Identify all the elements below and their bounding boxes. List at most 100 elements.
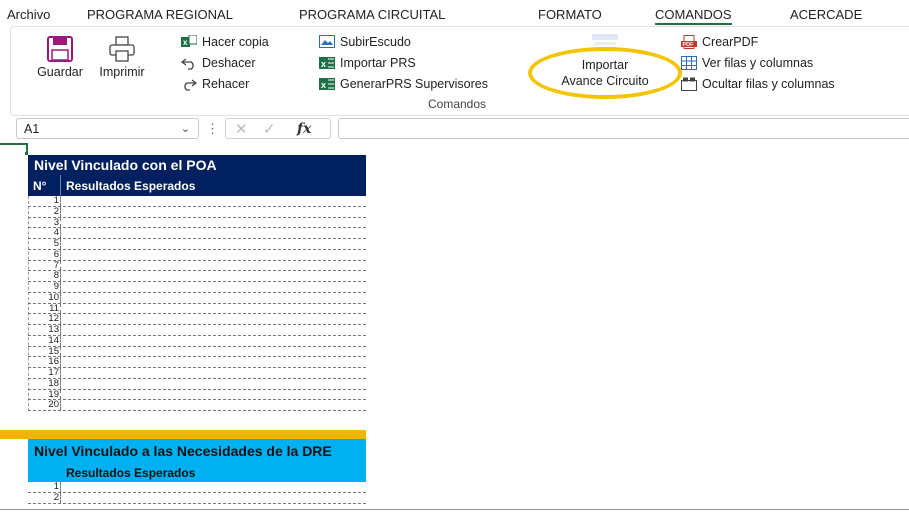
crear-pdf-button[interactable]: PDF CrearPDF [681,35,758,49]
col-results2-header: Resultados Esperados [66,466,196,480]
table-row[interactable]: 15 [28,345,366,358]
svg-text:PDF: PDF [683,42,695,48]
generar-prs-button[interactable]: x GenerarPRS Supervisores [319,77,488,91]
name-box[interactable]: A1 ⌄ [16,118,199,139]
subir-escudo-label: SubirEscudo [340,35,411,49]
row-number: 16 [48,356,59,368]
ribbon-group-label: Comandos [428,97,487,111]
undo-icon [181,58,194,70]
svg-text:x: x [321,80,326,90]
generar-prs-label: GenerarPRS Supervisores [340,77,488,91]
printer-icon [109,36,135,62]
section1-header-row: N° Resultados Esperados [28,175,366,196]
hide-columns-icon [681,77,697,91]
formula-separator-icon: ⋮ [206,121,219,136]
sheet-bottom-border [0,509,909,510]
row-number: 1 [53,481,59,492]
table-row[interactable]: 3 [28,216,366,229]
table-row[interactable]: 6 [28,248,366,261]
save-icon [47,36,73,62]
table-row[interactable]: 17 [28,367,366,379]
imprimir-button[interactable]: Imprimir [87,36,157,79]
row-number: 1 [53,195,59,206]
table-row[interactable]: 14 [28,335,366,347]
menu-comandos[interactable]: COMANDOS [655,7,732,25]
table-row[interactable]: 11 [28,303,366,315]
row-number: 6 [53,248,59,260]
importar-prs-button[interactable]: x Importar PRS [319,56,416,70]
table-row[interactable]: 9 [28,281,366,293]
col-results-header: Resultados Esperados [66,179,196,193]
section-separator [0,430,366,439]
table-row[interactable]: 1 [28,195,366,207]
ocultar-filas-label: Ocultar filas y columnas [702,77,835,91]
table-row[interactable]: 8 [28,270,366,282]
row-number: 7 [53,259,59,271]
formula-input[interactable] [338,118,909,139]
formula-bar: A1 ⌄ ⋮ ✕ ✓ fx [0,118,909,142]
hacer-copia-label: Hacer copia [202,35,269,49]
row-number: 8 [53,270,59,282]
deshacer-button[interactable]: Deshacer [181,56,256,70]
chevron-down-icon[interactable]: ⌄ [181,122,190,135]
subir-escudo-button[interactable]: SubirEscudo [319,35,411,49]
row-number: 5 [53,238,59,249]
section2-rows: 12 [28,481,366,504]
row-number: 10 [48,291,59,303]
section1-rows: 1 2 3 4 5 6 7 8 9 10 11 12 13 14 15 16 17 18 19 20 [28,195,366,411]
table-row[interactable]: 1 [28,481,366,493]
ocultar-filas-button[interactable]: Ocultar filas y columnas [681,77,835,91]
section2-header-row: Resultados Esperados [28,461,366,482]
function-icon[interactable]: fx [297,121,311,137]
table-row[interactable]: 20 [28,399,366,411]
copy-excel-icon: x [181,35,197,47]
table-row[interactable]: 13 [28,324,366,336]
menu-formato[interactable]: FORMATO [538,7,602,22]
rehacer-button[interactable]: Rehacer [181,77,249,91]
excel-generate-icon: x [319,78,335,90]
ver-filas-button[interactable]: Ver filas y columnas [681,56,813,70]
table-row[interactable]: 2 [28,205,366,218]
row-number: 17 [48,367,59,378]
menu-archivo[interactable]: Archivo [7,7,50,22]
row-number: 9 [53,281,59,292]
table-row[interactable]: 7 [28,259,366,272]
menu-programa-regional[interactable]: PROGRAMA REGIONAL [87,7,233,22]
name-box-value: A1 [24,122,40,136]
menu-bar: Archivo PROGRAMA REGIONAL PROGRAMA CIRCU… [0,0,909,26]
row-number: 2 [53,491,59,503]
section2-title: Nivel Vinculado a las Necesidades de la … [28,439,366,461]
row-number: 2 [53,205,59,217]
excel-import-icon: x [319,57,335,69]
hacer-copia-button[interactable]: x Hacer copia [181,35,269,49]
table-row[interactable]: 19 [28,388,366,401]
crear-pdf-label: CrearPDF [702,35,759,49]
row-number: 19 [48,388,59,400]
section1-title: Nivel Vinculado con el POA [28,155,366,175]
table-row[interactable]: 16 [28,356,366,368]
row-number: 3 [53,216,59,228]
row-number: 15 [48,345,59,357]
deshacer-label: Deshacer [202,56,256,70]
table-row[interactable]: 4 [28,227,366,239]
col-num-header: N° [33,179,47,193]
row-number: 18 [48,377,59,389]
upload-image-icon [319,35,335,48]
menu-acercade[interactable]: ACERCADE [790,7,862,22]
importar-prs-label: Importar PRS [340,56,416,70]
table-row[interactable]: 10 [28,291,366,304]
check-icon[interactable]: ✓ [263,120,276,138]
table-grid-icon [681,56,697,70]
highlight-circle [528,47,682,99]
svg-text:x: x [321,59,326,69]
redo-icon [184,79,197,91]
cancel-icon[interactable]: ✕ [235,120,248,138]
menu-programa-circuital[interactable]: PROGRAMA CIRCUITAL [299,7,445,22]
active-cell-cursor [0,143,28,155]
table-row[interactable]: 12 [28,313,366,325]
table-row[interactable]: 2 [28,491,366,504]
guardar-button[interactable]: Guardar [30,36,90,79]
table-row[interactable]: 18 [28,377,366,390]
row-number: 12 [48,313,59,325]
table-row[interactable]: 5 [28,238,366,250]
